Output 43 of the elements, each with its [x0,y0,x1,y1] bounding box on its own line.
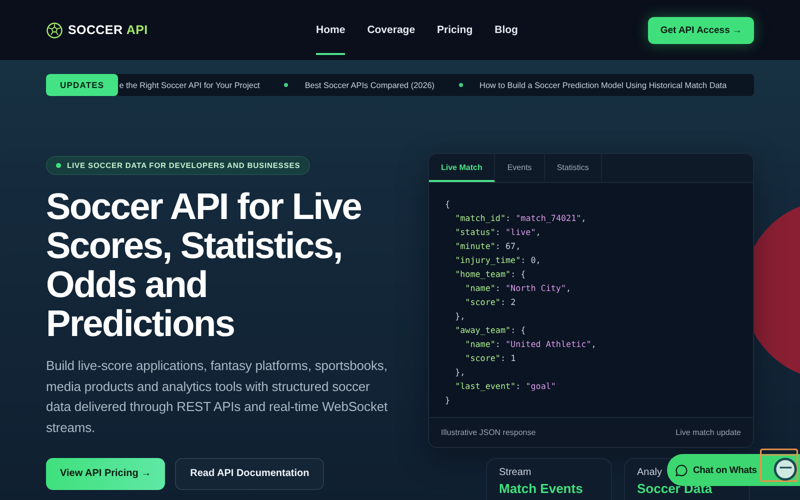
ticker-link[interactable]: e the Right Soccer API for Your Project [116,80,260,90]
code-line: "score": 1 [464,352,517,365]
code-line: "away_team": { [454,324,527,337]
chat-bubble-icon [675,464,688,476]
hero-title: Soccer API for Live Scores, Statistics, Odds and Predictions [46,187,362,343]
documentation-button[interactable]: Read API Documentation [175,458,324,490]
nav-link[interactable]: Pricing [437,5,473,55]
card-title: Match Events [499,481,584,496]
panel-tab[interactable]: Statistics [544,154,602,182]
code-line: "match_id": "match_74021", [454,212,588,225]
pricing-button[interactable]: View API Pricing → [46,458,166,490]
hero-description: Build live-score applications, fantasy platforms, sportsbooks, media products and analytics tools with structured soccer data delivered through REST APIs and real-time WebSocket streams. [46,357,388,438]
panel-tab[interactable]: Events [495,154,545,182]
ticker-link[interactable]: How to Build a Soccer Prediction Model Using Historical Match Data [476,80,727,90]
get-api-access-button[interactable]: Get API Access → [648,16,754,44]
code-line: }, [454,310,466,323]
code-line: "name": "North City", [464,282,572,295]
ticker-link[interactable]: Best Soccer APIs Compared (2026) [302,80,435,90]
code-line: "last_event": "goal" [454,380,557,393]
panel-caption: Illustrative JSON response [441,428,536,437]
nav-link[interactable]: Coverage [367,5,416,55]
live-dot-icon [56,163,61,168]
bullet-icon [284,83,288,87]
code-line: "minute": 67, [454,240,522,253]
bullet-icon [458,83,463,87]
code-line: "home_team": { [454,268,527,281]
card-label: Analy [637,467,662,478]
logo-text[interactable]: SOCCER API [68,23,148,37]
soccer-ball-icon [46,22,63,38]
code-line: }, [454,366,466,379]
code-line: "injury_time": 0, [454,254,542,267]
nav-link[interactable]: Blog [494,5,518,55]
card-label: Stream [499,467,532,478]
magnifier-window-icon [760,448,798,484]
code-line: "name": "United Athletic", [464,338,598,351]
code-line: "status": "live", [454,226,542,239]
nav-link[interactable]: Home [316,5,346,55]
panel-tab[interactable]: Live Match [429,154,496,182]
panel-status: Live match update [676,428,741,437]
code-line: { [445,198,452,211]
code-line: "score": 2 [464,296,517,309]
code-line: } [445,394,452,407]
updates-badge: UPDATES [46,74,118,96]
